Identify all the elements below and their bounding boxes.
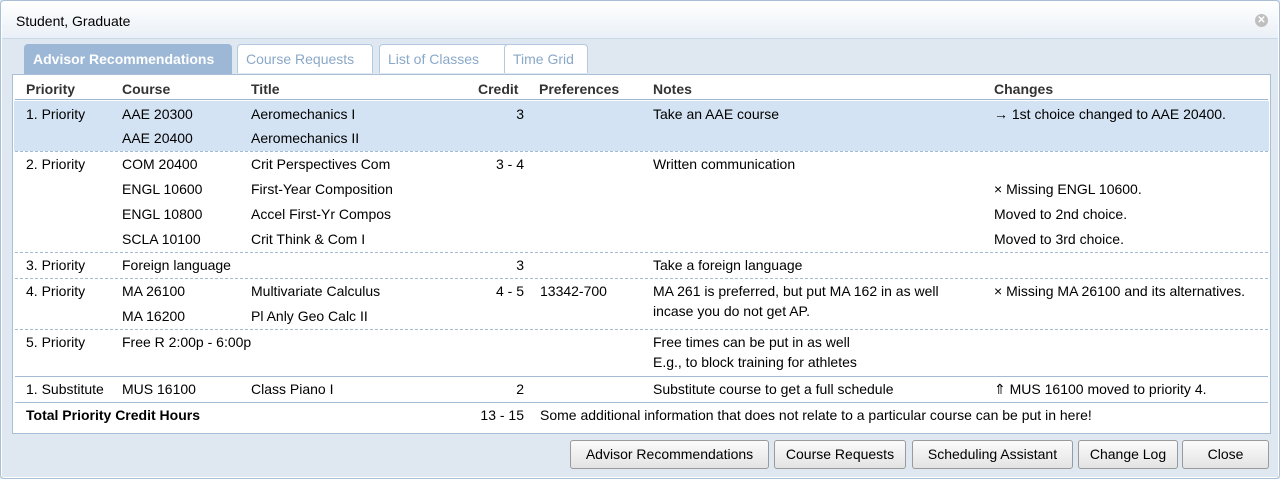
total-row: Total Priority Credit Hours 13 - 15 Some… xyxy=(14,403,1269,428)
table-row[interactable]: 1. Substitute MUS 16100 Class Piano I 2 … xyxy=(14,377,1269,402)
header-priority: Priority xyxy=(26,81,76,97)
cell-course: MA 26100 xyxy=(122,283,186,299)
cell-credit: 3 - 4 xyxy=(495,156,524,172)
close-icon[interactable]: ✕ xyxy=(1255,14,1268,27)
header-course: Course xyxy=(122,81,171,97)
table-row[interactable]: ENGL 10800 Accel First-Yr Compos Moved t… xyxy=(14,202,1269,227)
cell-credit: 3 xyxy=(516,257,524,273)
table-row[interactable]: SCLA 10100 Crit Think & Com I Moved to 3… xyxy=(14,227,1269,252)
cell-title: Accel First-Yr Compos xyxy=(251,206,392,222)
tab-label: Time Grid xyxy=(513,51,574,67)
cell-changes: Moved to 2nd choice. xyxy=(994,206,1128,222)
total-credit: 13 - 15 xyxy=(480,407,524,423)
tab-time-grid[interactable]: Time Grid xyxy=(504,44,588,73)
cell-title: Pl Anly Geo Calc II xyxy=(251,308,368,324)
cell-priority: 4. Priority xyxy=(26,283,86,299)
cell-changes: Moved to 3rd choice. xyxy=(994,231,1124,247)
cell-title: Crit Think & Com I xyxy=(251,231,366,247)
cell-priority: 5. Priority xyxy=(26,334,86,350)
table-row[interactable]: MA 16200 Pl Anly Geo Calc II incase you … xyxy=(14,299,1269,324)
dialog-content: Advisor Recommendations Course Requests … xyxy=(2,39,1278,477)
cell-notes: MA 261 is preferred, but put MA 162 in a… xyxy=(653,283,939,299)
table-row[interactable]: 2. Priority COM 20400 Crit Perspectives … xyxy=(14,152,1269,177)
cell-title: Class Piano I xyxy=(251,381,334,397)
table-row[interactable]: 1. Priority AAE 20300 Aeromechanics I 3 … xyxy=(14,101,1269,126)
cell-course: ENGL 10600 xyxy=(122,181,203,197)
header-credit: Credit xyxy=(478,81,519,97)
change-log-button[interactable]: Change Log xyxy=(1078,440,1178,469)
cell-notes: Substitute course to get a full schedule xyxy=(653,381,894,397)
cell-course: Free R 2:00p - 6:00p xyxy=(122,334,252,350)
cell-priority: 2. Priority xyxy=(26,156,86,172)
close-button[interactable]: Close xyxy=(1182,440,1269,469)
total-label: Total Priority Credit Hours xyxy=(26,407,200,423)
dialog-title: Student, Graduate xyxy=(16,13,131,29)
tab-label: Course Requests xyxy=(246,51,355,67)
header-title: Title xyxy=(251,81,280,97)
cell-title: Aeromechanics I xyxy=(251,106,356,122)
dialog-titlebar: Student, Graduate ✕ xyxy=(2,2,1278,39)
cell-course: Foreign language xyxy=(122,257,231,273)
cell-title: Aeromechanics II xyxy=(251,130,360,146)
cell-notes: Take a foreign language xyxy=(653,257,803,273)
cell-changes: ⇑ MUS 16100 moved to priority 4. xyxy=(994,381,1207,397)
cell-notes: Take an AAE course xyxy=(653,106,780,122)
cell-changes: → 1st choice changed to AAE 20400. xyxy=(994,106,1226,122)
header-notes: Notes xyxy=(653,81,692,97)
cell-priority: 1. Priority xyxy=(26,106,86,122)
cell-title: Multivariate Calculus xyxy=(251,283,381,299)
cell-title: Crit Perspectives Com xyxy=(251,156,391,172)
cell-course: MUS 16100 xyxy=(122,381,196,397)
header-divider xyxy=(15,99,1268,100)
cell-notes: E.g., to block training for athletes xyxy=(653,354,857,370)
header-changes: Changes xyxy=(994,81,1054,97)
student-dialog: Student, Graduate ✕ Advisor Recommendati… xyxy=(0,0,1280,479)
table-row[interactable]: ENGL 10600 First-Year Composition × Miss… xyxy=(14,177,1269,202)
course-requests-button[interactable]: Course Requests xyxy=(774,440,906,469)
cell-changes: × Missing MA 26100 and its alternatives. xyxy=(994,283,1245,299)
advisor-recommendations-button[interactable]: Advisor Recommendations xyxy=(570,440,769,469)
cell-notes: Written communication xyxy=(653,156,796,172)
cell-credit: 4 - 5 xyxy=(495,283,524,299)
cell-title: First-Year Composition xyxy=(251,181,393,197)
cell-credit: 2 xyxy=(516,381,524,397)
table-row[interactable]: AAE 20400 Aeromechanics II xyxy=(14,126,1269,151)
cell-course: AAE 20300 xyxy=(122,106,193,122)
cell-course: ENGL 10800 xyxy=(122,206,203,222)
header-preferences: Preferences xyxy=(539,81,620,97)
cell-course: SCLA 10100 xyxy=(122,231,201,247)
tab-course-requests[interactable]: Course Requests xyxy=(237,44,373,73)
table-row[interactable]: 3. Priority Foreign language 3 Take a fo… xyxy=(14,253,1269,278)
cell-changes: × Missing ENGL 10600. xyxy=(994,181,1142,197)
total-note: Some additional information that does no… xyxy=(540,407,1092,423)
cell-course: AAE 20400 xyxy=(122,130,193,146)
tab-list-of-classes[interactable]: List of Classes xyxy=(379,44,511,73)
cell-course: MA 16200 xyxy=(122,308,186,324)
tab-advisor-recommendations[interactable]: Advisor Recommendations xyxy=(24,44,232,75)
button-bar: Advisor Recommendations Course Requests … xyxy=(2,434,1278,474)
cell-preferences: 13342-700 xyxy=(540,283,607,299)
cell-course: COM 20400 xyxy=(122,156,198,172)
table-row[interactable]: E.g., to block training for athletes xyxy=(14,351,1269,376)
scheduling-assistant-button[interactable]: Scheduling Assistant xyxy=(912,440,1073,469)
tab-label: List of Classes xyxy=(388,51,480,67)
cell-notes: Free times can be put in as well xyxy=(653,334,850,350)
cell-notes: incase you do not get AP. xyxy=(653,303,810,319)
recommendations-table: Priority Course Title Credit Preferences… xyxy=(12,74,1271,434)
tab-label: Advisor Recommendations xyxy=(33,51,215,67)
cell-priority: 1. Substitute xyxy=(26,381,104,397)
cell-credit: 3 xyxy=(516,106,524,122)
cell-priority: 3. Priority xyxy=(26,257,86,273)
